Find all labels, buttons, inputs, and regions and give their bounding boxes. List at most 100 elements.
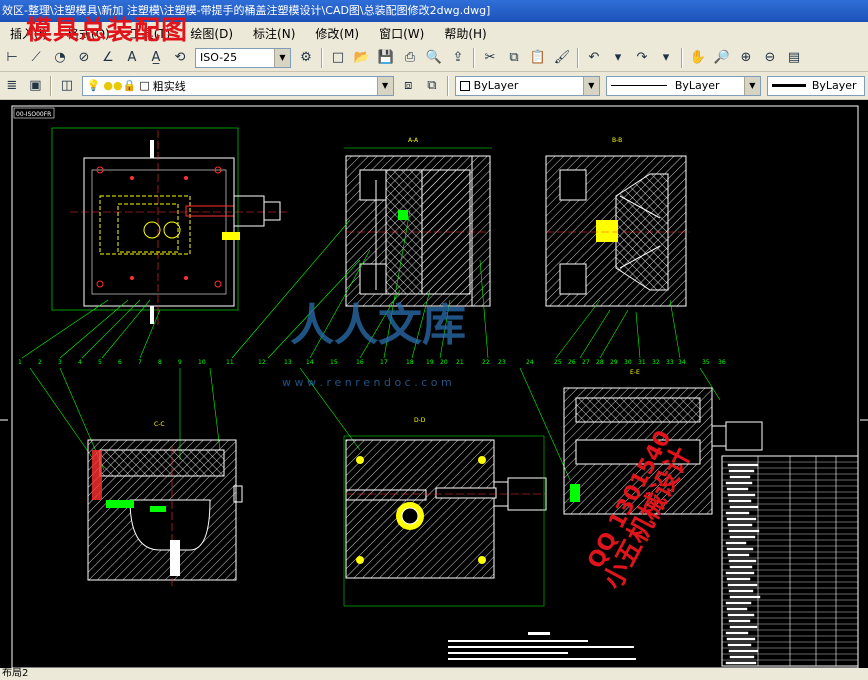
table-cell-text bbox=[726, 637, 756, 641]
lineweight-preview-icon bbox=[771, 84, 806, 87]
open-file-icon[interactable]: 📂 bbox=[351, 47, 373, 69]
callout-16: 16 bbox=[356, 359, 364, 366]
color-value: ByLayer bbox=[473, 79, 519, 92]
callout-5: 5 bbox=[98, 359, 102, 366]
table-cell-text bbox=[728, 499, 752, 503]
undo-dropdown-icon[interactable]: ▾ bbox=[607, 47, 629, 69]
callout-21: 21 bbox=[456, 359, 464, 366]
save-icon[interactable]: 💾 bbox=[375, 47, 397, 69]
redo-dropdown-icon[interactable]: ▾ bbox=[655, 47, 677, 69]
menu-help[interactable]: 帮助(H) bbox=[434, 25, 496, 42]
table-cell-text bbox=[728, 469, 755, 473]
callout-13: 13 bbox=[284, 359, 292, 366]
table-cell-text bbox=[729, 475, 751, 479]
table-cell-text bbox=[729, 595, 761, 599]
watermark-url: w w w . r e n r e n d o c . c o m bbox=[282, 376, 452, 389]
linear-dim-icon[interactable]: ⊢ bbox=[1, 47, 23, 69]
chevron-down-icon: ▼ bbox=[274, 48, 290, 67]
layout-tab[interactable]: 布局2 bbox=[2, 668, 28, 679]
toolbar-separator bbox=[321, 47, 323, 68]
diameter-dim-icon[interactable]: ⊘ bbox=[73, 47, 95, 69]
color-swatch-icon bbox=[459, 80, 470, 91]
callout-35: 35 bbox=[702, 359, 710, 366]
layer-properties-icon[interactable]: ◫ bbox=[56, 75, 78, 97]
section-aa-view: A-A bbox=[344, 137, 492, 307]
view-label-ee: E-E bbox=[630, 369, 640, 376]
section-dd-view: D-D bbox=[343, 417, 547, 607]
properties-icon[interactable]: ▤ bbox=[783, 47, 805, 69]
aligned-dim-icon[interactable]: ⟋ bbox=[25, 47, 47, 69]
table-cell-text bbox=[727, 553, 750, 557]
paste-icon[interactable]: 📋 bbox=[527, 47, 549, 69]
table-cell-text bbox=[725, 631, 749, 635]
menu-window[interactable]: 窗口(W) bbox=[369, 25, 434, 42]
match-properties-icon[interactable]: 🖌 bbox=[551, 47, 573, 69]
linetype-select[interactable]: ByLayer ▼ bbox=[605, 75, 761, 96]
callout-18: 18 bbox=[406, 359, 414, 366]
layer-color-swatch-icon: □ bbox=[139, 79, 150, 92]
radius-dim-icon[interactable]: ◔ bbox=[49, 47, 71, 69]
menu-draw[interactable]: 绘图(D) bbox=[180, 25, 243, 42]
text-icon[interactable]: A bbox=[121, 47, 143, 69]
publish-icon[interactable]: ⇪ bbox=[447, 47, 469, 69]
drawing-canvas[interactable]: 00-ISO00FR A-A B-B 1 2 3 4 5 6 7 8 9 10 … bbox=[0, 100, 868, 668]
layer-previous-icon[interactable]: ⧉ bbox=[421, 75, 443, 97]
layer-state-icon[interactable]: ▣ bbox=[25, 75, 47, 97]
table-cell-text bbox=[726, 547, 754, 551]
table-cell-text bbox=[728, 559, 757, 563]
dimstyle-manager-icon[interactable]: ⚙ bbox=[295, 47, 317, 69]
section-cc-view: C-C bbox=[87, 421, 243, 588]
linetype-value: ByLayer bbox=[674, 79, 720, 92]
table-cell-text bbox=[726, 577, 751, 581]
layer-vp-freeze-icon: ● bbox=[113, 79, 123, 92]
lineweight-value: ByLayer bbox=[811, 79, 857, 92]
table-cell-text bbox=[725, 661, 757, 665]
chevron-down-icon: ▼ bbox=[743, 76, 760, 95]
copy-icon[interactable]: ⧉ bbox=[503, 47, 525, 69]
callout-4: 4 bbox=[78, 359, 82, 366]
cut-icon[interactable]: ✂ bbox=[479, 47, 501, 69]
color-select[interactable]: ByLayer ▼ bbox=[454, 75, 600, 96]
table-cell-text bbox=[729, 565, 753, 569]
lineweight-select[interactable]: ByLayer bbox=[766, 75, 865, 96]
callout-11: 11 bbox=[226, 359, 234, 366]
status-bar: 布局2 bbox=[0, 668, 868, 680]
watermark-title: 模具总装配图 bbox=[26, 16, 189, 46]
redo-icon[interactable]: ↷ bbox=[631, 47, 653, 69]
layer-lock-icon: 🔒 bbox=[122, 79, 137, 92]
undo-icon[interactable]: ↶ bbox=[583, 47, 605, 69]
table-cell-text bbox=[726, 487, 749, 491]
dimstyle-select[interactable]: ISO-25 ▼ bbox=[195, 47, 291, 68]
pan-icon[interactable]: ✋ bbox=[687, 47, 709, 69]
callout-22: 22 bbox=[482, 359, 490, 366]
preview-icon[interactable]: 🔍 bbox=[423, 47, 445, 69]
callout-34: 34 bbox=[678, 359, 686, 366]
section-bb-view: B-B bbox=[545, 137, 690, 307]
zoom-window-icon[interactable]: ⊕ bbox=[735, 47, 757, 69]
table-cell-text bbox=[727, 643, 752, 647]
table-cell-text bbox=[726, 517, 757, 521]
table-cell-text bbox=[728, 589, 754, 593]
make-current-layer-icon[interactable]: ⧈ bbox=[398, 75, 420, 97]
callout-8: 8 bbox=[158, 359, 162, 366]
new-file-icon[interactable]: □ bbox=[327, 47, 349, 69]
layer-manager-icon[interactable]: ≣ bbox=[1, 75, 23, 97]
callout-19: 19 bbox=[426, 359, 434, 366]
view-label-dd: D-D bbox=[414, 417, 426, 424]
layer-select[interactable]: 💡 ● ● 🔒 □ 粗实线 ▼ bbox=[81, 75, 394, 96]
cad-drawing: 00-ISO00FR A-A B-B 1 2 3 4 5 6 7 8 9 10 … bbox=[0, 105, 868, 668]
dim-update-icon[interactable]: ⟲ bbox=[169, 47, 191, 69]
watermark-logo: 人人文库 w w w . r e n r e n d o c . c o m bbox=[282, 300, 466, 389]
table-cell-text bbox=[725, 481, 753, 485]
zoom-realtime-icon[interactable]: 🔎 bbox=[711, 47, 733, 69]
dim-edit-icon[interactable]: A̲ bbox=[145, 47, 167, 69]
menu-dimension[interactable]: 标注(N) bbox=[243, 25, 305, 42]
table-cell-text bbox=[729, 655, 755, 659]
zoom-previous-icon[interactable]: ⊖ bbox=[759, 47, 781, 69]
table-cell-text bbox=[728, 529, 760, 533]
callout-14: 14 bbox=[306, 359, 314, 366]
angular-dim-icon[interactable]: ∠ bbox=[97, 47, 119, 69]
menu-modify[interactable]: 修改(M) bbox=[305, 25, 369, 42]
print-icon[interactable]: ⎙ bbox=[399, 47, 421, 69]
callout-1: 1 bbox=[18, 359, 22, 366]
